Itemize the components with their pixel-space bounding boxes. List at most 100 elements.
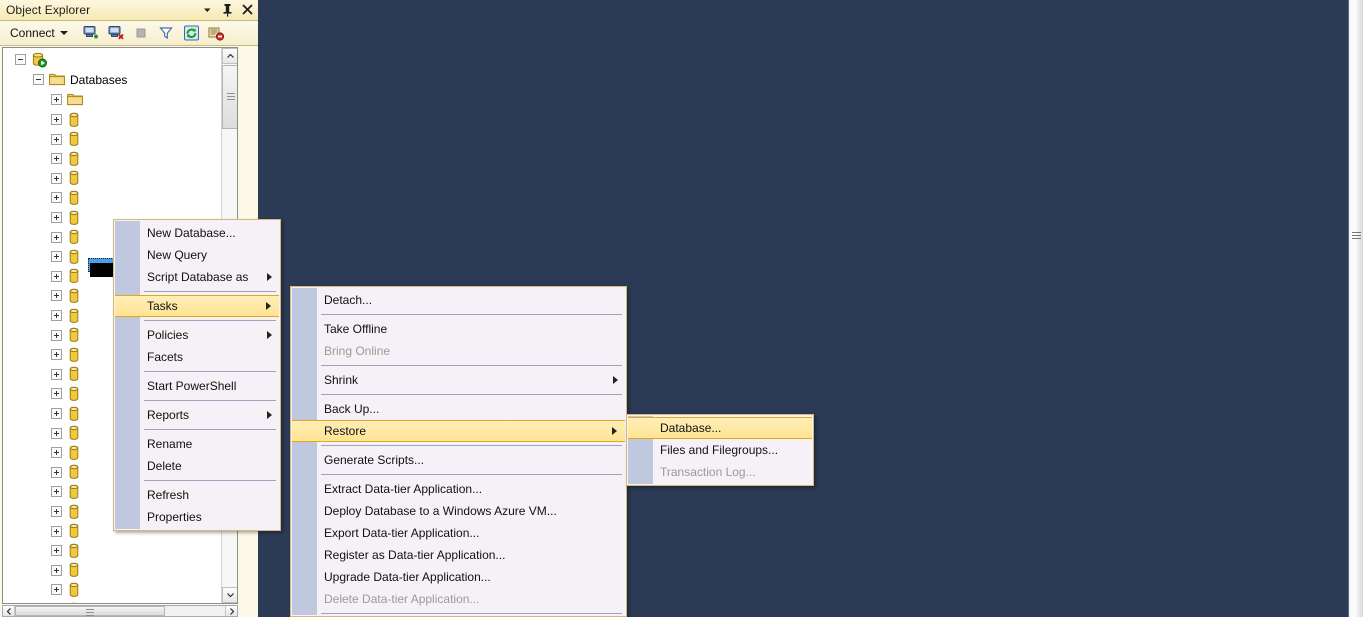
menu-item-properties[interactable]: Properties — [114, 506, 280, 528]
menu-item-generate-scripts[interactable]: Generate Scripts... — [291, 449, 626, 471]
expander-expand-icon[interactable] — [51, 172, 62, 184]
tree-node-database[interactable] — [51, 523, 88, 540]
menu-item-restore[interactable]: Restore — [292, 420, 625, 442]
expander-expand-icon[interactable] — [51, 212, 62, 223]
tree-node-database[interactable] — [51, 366, 88, 383]
tree-node-database[interactable] — [51, 601, 88, 603]
tree-node-database[interactable] — [51, 327, 88, 344]
menu-item-rename[interactable]: Rename — [114, 433, 280, 455]
menu-item-policies[interactable]: Policies — [114, 324, 280, 346]
disconnect-report-icon[interactable] — [206, 23, 227, 43]
tree-node-database[interactable] — [51, 287, 88, 304]
pin-icon[interactable] — [221, 3, 234, 18]
expander-expand-icon[interactable] — [51, 290, 62, 302]
restore-submenu[interactable]: Database... Files and Filegroups... Transa… — [626, 414, 814, 486]
expander-expand-icon[interactable] — [51, 408, 62, 419]
menu-item-detach[interactable]: Detach... — [291, 289, 626, 311]
connect-object-explorer-icon[interactable] — [81, 23, 102, 43]
tree-node-database[interactable] — [51, 425, 88, 442]
menu-item-register-as-data-tier-application[interactable]: Register as Data-tier Application... — [291, 544, 626, 566]
close-icon[interactable] — [241, 3, 254, 18]
tree-node-database[interactable] — [51, 307, 88, 324]
expander-expand-icon[interactable] — [51, 231, 62, 243]
menu-item-new-query[interactable]: New Query — [114, 244, 280, 266]
menu-item-shrink[interactable]: Shrink — [291, 369, 626, 391]
menu-item-export-data-tier-application[interactable]: Export Data-tier Application... — [291, 522, 626, 544]
menu-item-facets[interactable]: Facets — [114, 346, 280, 368]
expander-expand-icon[interactable] — [51, 94, 62, 105]
tree-node-database[interactable] — [51, 444, 88, 461]
expander-expand-icon[interactable] — [51, 329, 62, 341]
expander-expand-icon[interactable] — [51, 584, 62, 596]
tree-node-database[interactable] — [51, 229, 88, 246]
tree-node-database[interactable] — [51, 562, 88, 579]
scroll-thumb-vertical[interactable] — [222, 65, 237, 129]
tree-node-database[interactable] — [51, 111, 88, 128]
menu-item-deploy-database-to-a-windows-azure-vm[interactable]: Deploy Database to a Windows Azure VM... — [291, 500, 626, 522]
tree-node-database[interactable] — [51, 542, 88, 559]
tree-node-database[interactable] — [51, 405, 88, 422]
tree-node-system-databases[interactable] — [51, 91, 88, 108]
menu-item-database[interactable]: Database... — [628, 417, 812, 439]
workspace-vertical-splitter[interactable] — [1348, 0, 1363, 617]
expander-collapse-icon[interactable] — [33, 74, 44, 85]
scroll-left-button[interactable] — [3, 606, 15, 616]
tree-node-database[interactable] — [51, 385, 88, 402]
menu-item-reports[interactable]: Reports — [114, 404, 280, 426]
tree-node-database[interactable] — [51, 189, 88, 206]
expander-expand-icon[interactable] — [51, 192, 62, 204]
tree-node-database[interactable] — [51, 131, 88, 148]
menu-item-delete[interactable]: Delete — [114, 455, 280, 477]
refresh-icon[interactable] — [181, 23, 202, 43]
expander-expand-icon[interactable] — [51, 506, 62, 517]
expander-expand-icon[interactable] — [51, 564, 62, 576]
tree-horizontal-scrollbar[interactable] — [2, 605, 238, 617]
menu-item-upgrade-data-tier-application[interactable]: Upgrade Data-tier Application... — [291, 566, 626, 588]
expander-expand-icon[interactable] — [51, 486, 62, 498]
expander-expand-icon[interactable] — [51, 447, 62, 459]
tree-node-database[interactable] — [51, 150, 88, 167]
menu-item-take-offline[interactable]: Take Offline — [291, 318, 626, 340]
database-context-menu[interactable]: New Database... New Query Script Database … — [113, 219, 281, 531]
disconnect-object-explorer-icon[interactable] — [106, 23, 127, 43]
tree-node-database[interactable] — [51, 483, 88, 500]
tree-node-database[interactable] — [51, 581, 88, 598]
expander-expand-icon[interactable] — [51, 368, 62, 380]
menu-item-files-and-filegroups[interactable]: Files and Filegroups... — [627, 439, 813, 461]
scroll-up-button[interactable] — [222, 48, 237, 64]
expander-expand-icon[interactable] — [51, 349, 62, 361]
menu-item-new-database[interactable]: New Database... — [114, 222, 280, 244]
scroll-down-button[interactable] — [222, 587, 237, 603]
scroll-right-button[interactable] — [225, 606, 237, 616]
expander-expand-icon[interactable] — [51, 114, 62, 125]
tree-node-database[interactable] — [51, 268, 88, 285]
connect-button[interactable]: Connect — [6, 23, 72, 43]
menu-item-back-up[interactable]: Back Up... — [291, 398, 626, 420]
menu-item-tasks[interactable]: Tasks — [115, 295, 279, 317]
expander-expand-icon[interactable] — [51, 133, 62, 145]
menu-item-start-powershell[interactable]: Start PowerShell — [114, 375, 280, 397]
tasks-submenu[interactable]: Detach... Take Offline Bring Online Shrink B… — [290, 286, 627, 617]
tree-node-server[interactable] — [15, 51, 52, 68]
expander-expand-icon[interactable] — [51, 153, 62, 165]
window-menu-icon[interactable] — [201, 3, 214, 18]
expander-expand-icon[interactable] — [51, 525, 62, 537]
tree-node-databases[interactable]: Databases — [33, 71, 127, 88]
menu-item-script-database-as[interactable]: Script Database as — [114, 266, 280, 288]
expander-expand-icon[interactable] — [51, 310, 62, 321]
tree-node-database[interactable] — [51, 464, 88, 481]
expander-expand-icon[interactable] — [51, 466, 62, 478]
tree-node-database[interactable] — [51, 346, 88, 363]
tree-node-database[interactable] — [51, 209, 88, 226]
tree-node-database[interactable] — [51, 503, 88, 520]
tree-node-database[interactable] — [51, 248, 88, 265]
expander-expand-icon[interactable] — [51, 545, 62, 557]
expander-expand-icon[interactable] — [51, 270, 62, 282]
menu-item-refresh[interactable]: Refresh — [114, 484, 280, 506]
expander-expand-icon[interactable] — [51, 251, 62, 263]
tree-node-database[interactable] — [51, 170, 88, 187]
expander-collapse-icon[interactable] — [15, 54, 26, 65]
filter-icon[interactable] — [156, 23, 177, 43]
expander-expand-icon[interactable] — [51, 427, 62, 439]
scroll-thumb-horizontal[interactable] — [15, 606, 165, 616]
